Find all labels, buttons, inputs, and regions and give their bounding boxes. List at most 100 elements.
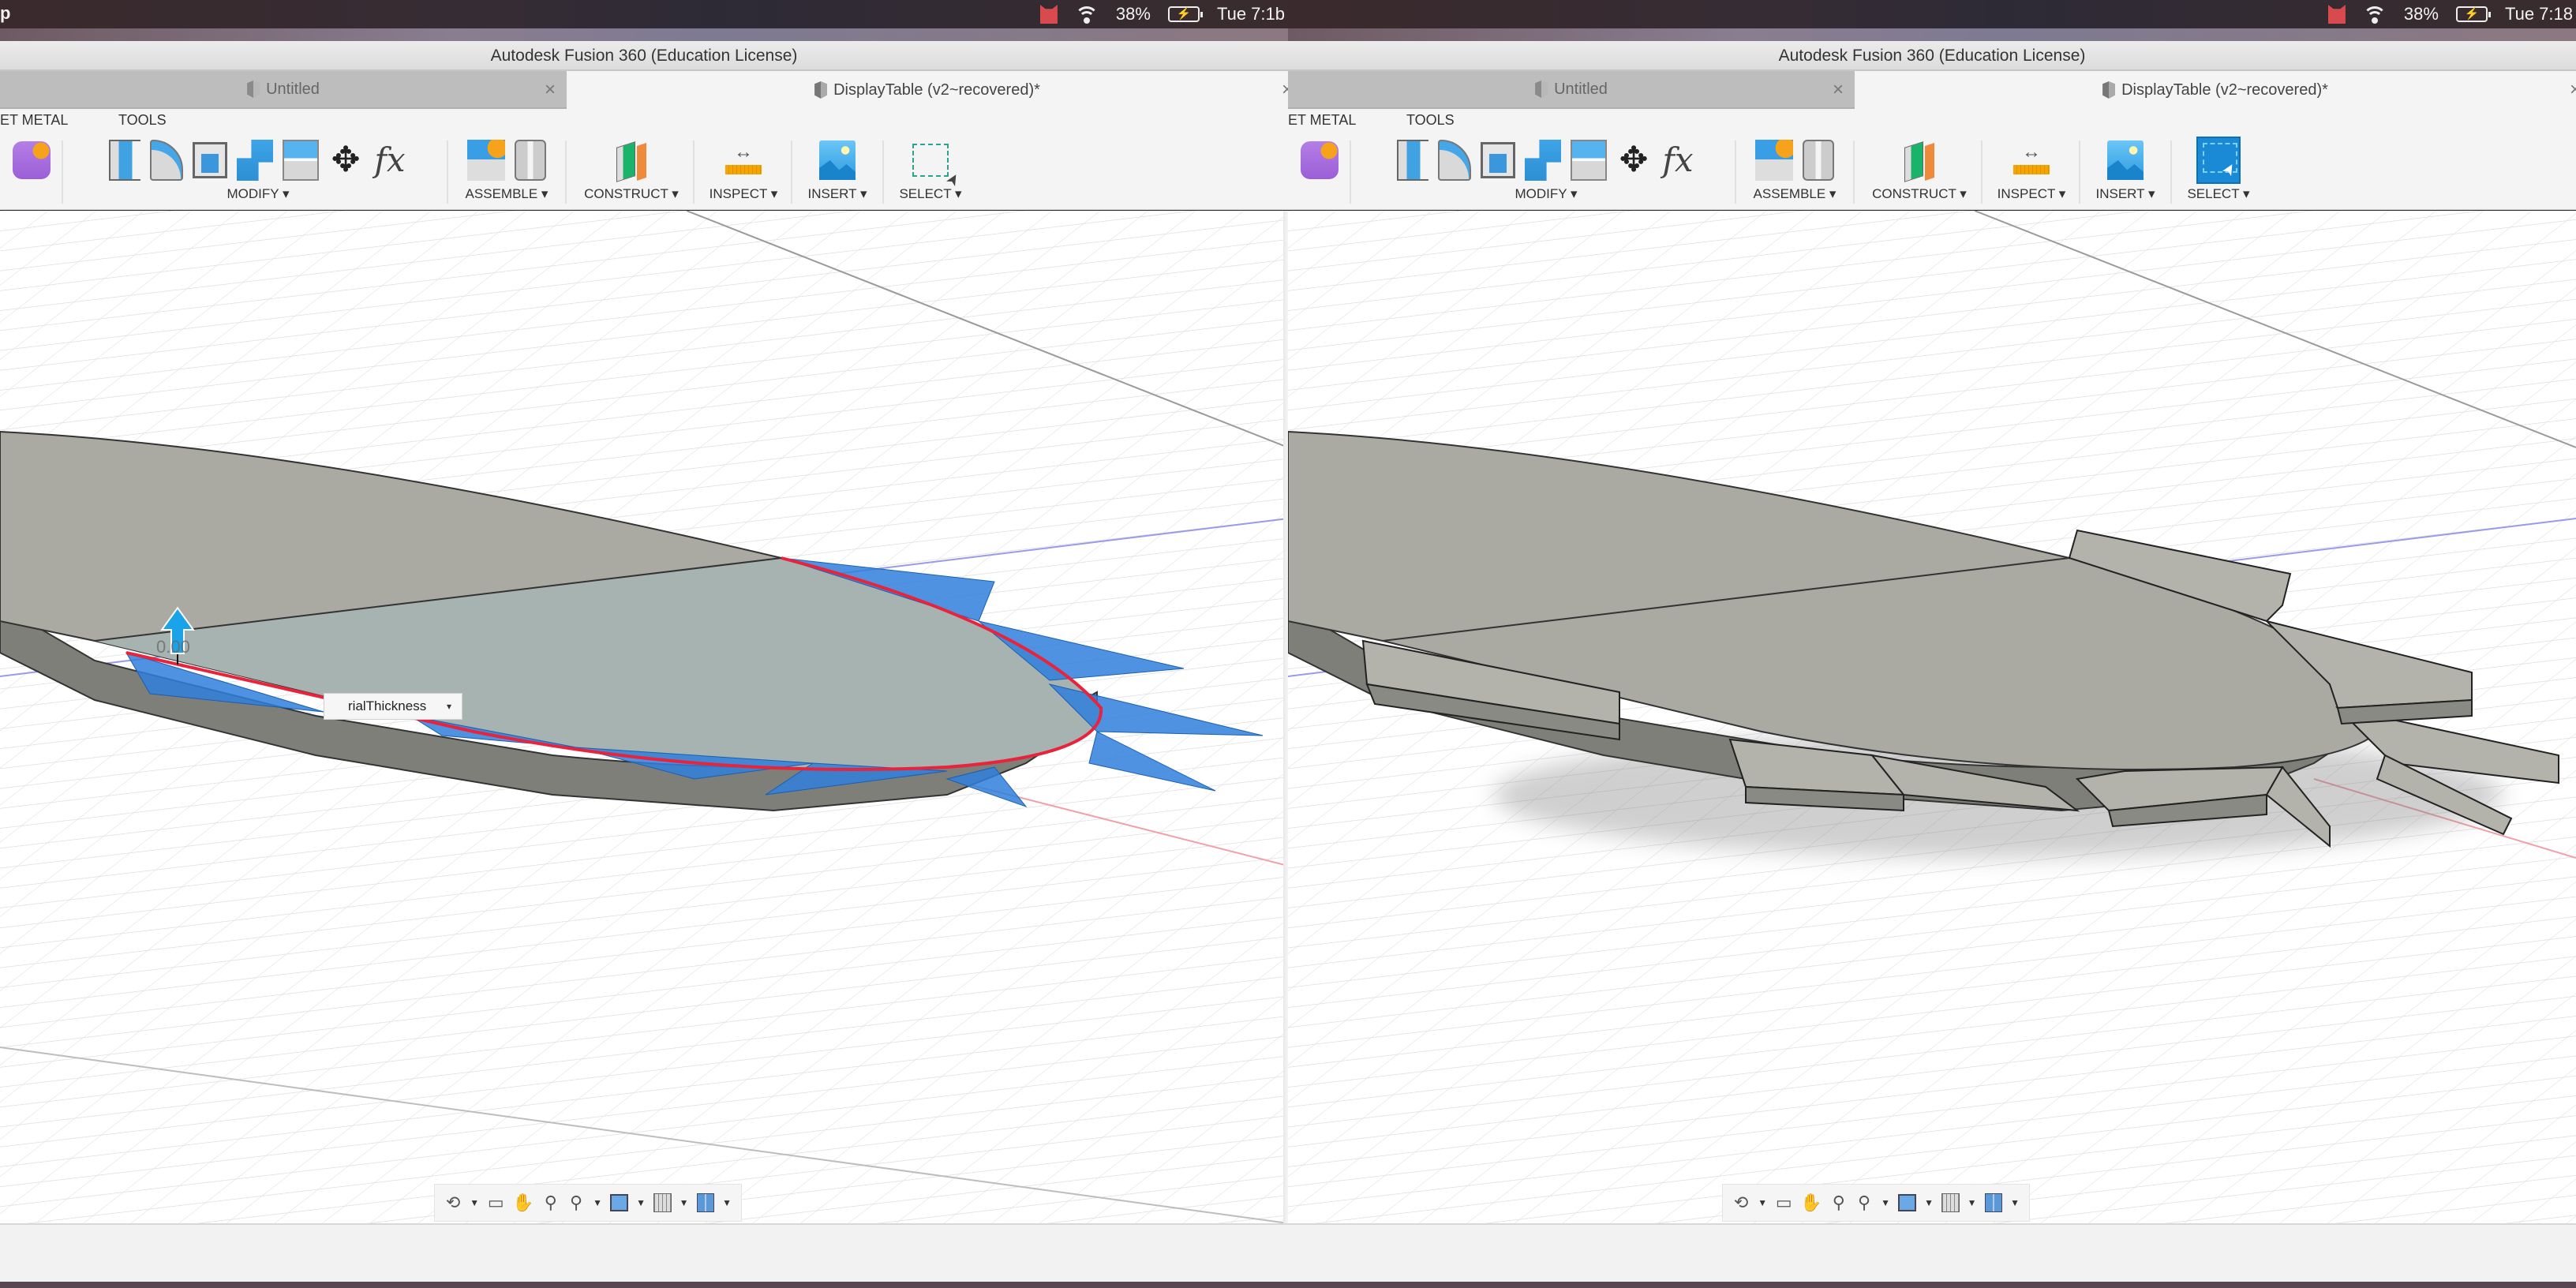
- viewports-icon[interactable]: [696, 1193, 715, 1212]
- joint-icon[interactable]: [1803, 140, 1834, 181]
- insert-menu[interactable]: INSERT ▾: [794, 186, 881, 202]
- new-component-icon[interactable]: [1755, 140, 1793, 181]
- sheet-metal-create-icon[interactable]: [1301, 141, 1339, 179]
- model-canvas[interactable]: [1288, 211, 2576, 1223]
- offset-plane-icon[interactable]: [612, 140, 651, 182]
- battery-charging-icon[interactable]: ⚡: [1167, 6, 1203, 22]
- select-menu[interactable]: SELECT ▾: [887, 186, 974, 202]
- menubar-clock[interactable]: Tue 7:1b: [1217, 4, 1285, 24]
- measure-icon[interactable]: [2013, 140, 2050, 181]
- select-menu[interactable]: SELECT ▾: [2175, 186, 2262, 202]
- new-component-icon[interactable]: [467, 140, 505, 181]
- battery-charging-icon[interactable]: ⚡: [2455, 6, 2491, 22]
- parameters-fx-icon[interactable]: fx: [1661, 140, 1695, 181]
- assemble-menu[interactable]: ASSEMBLE ▾: [451, 186, 562, 202]
- chevron-down-icon[interactable]: ▼: [1924, 1197, 1934, 1208]
- orbit-icon[interactable]: ⟲: [444, 1192, 462, 1214]
- construct-menu[interactable]: CONSTRUCT ▾: [570, 186, 693, 202]
- look-at-icon[interactable]: ▭: [487, 1192, 504, 1214]
- zoom-icon[interactable]: ⚲: [542, 1192, 560, 1214]
- group-insert: INSERT ▾: [2082, 137, 2169, 207]
- wifi-icon[interactable]: [1074, 5, 1099, 24]
- separator: [62, 140, 63, 204]
- wifi-icon[interactable]: [2362, 5, 2387, 24]
- pan-hand-icon[interactable]: ✋: [512, 1192, 534, 1214]
- menubar-clock[interactable]: Tue 7:18: [2505, 4, 2573, 24]
- tab-sheet-metal[interactable]: ET METAL: [0, 112, 68, 129]
- chevron-down-icon[interactable]: ▼: [1968, 1197, 1977, 1208]
- press-pull-icon[interactable]: [1397, 140, 1428, 181]
- construct-menu[interactable]: CONSTRUCT ▾: [1858, 186, 1981, 202]
- flange-height-value[interactable]: rialThickness: [348, 698, 426, 714]
- close-tab-icon[interactable]: ×: [1282, 79, 1288, 101]
- move-icon[interactable]: ✥: [328, 140, 363, 181]
- chevron-down-icon[interactable]: ▼: [680, 1197, 689, 1208]
- press-pull-icon[interactable]: [109, 140, 140, 181]
- split-face-icon[interactable]: [283, 140, 319, 181]
- chevron-down-icon[interactable]: ▼: [1881, 1197, 1890, 1208]
- tab-sheet-metal[interactable]: ET METAL: [1288, 112, 1356, 129]
- mcafee-icon[interactable]: [2327, 5, 2346, 24]
- move-icon[interactable]: ✥: [1616, 140, 1651, 181]
- fit-zoom-icon[interactable]: ⚲: [567, 1192, 585, 1214]
- canvas-viewport[interactable]: 0.00 rialThickness ▾: [0, 211, 1288, 1223]
- tab-displaytable[interactable]: DisplayTable (v2~recovered)* ×: [567, 71, 1288, 109]
- modify-menu[interactable]: MODIFY ▾: [1361, 186, 1732, 202]
- grid-settings-icon[interactable]: [653, 1193, 672, 1212]
- assemble-menu[interactable]: ASSEMBLE ▾: [1739, 186, 1850, 202]
- shell-icon[interactable]: [1481, 142, 1515, 178]
- fillet-icon[interactable]: [1438, 140, 1471, 181]
- inspect-menu[interactable]: INSPECT ▾: [698, 186, 789, 202]
- insert-image-icon[interactable]: [819, 140, 856, 180]
- tab-tools[interactable]: TOOLS: [1406, 112, 1455, 129]
- tab-untitled[interactable]: Untitled ×: [1288, 71, 1855, 109]
- chevron-down-icon[interactable]: ▼: [636, 1197, 646, 1208]
- chevron-down-icon[interactable]: ▼: [470, 1197, 479, 1208]
- chevron-down-icon[interactable]: ▼: [593, 1197, 602, 1208]
- close-tab-icon[interactable]: ×: [545, 79, 556, 101]
- modify-menu[interactable]: MODIFY ▾: [73, 186, 444, 202]
- chevron-down-icon[interactable]: ▼: [1758, 1197, 1767, 1208]
- shell-icon[interactable]: [193, 142, 227, 178]
- close-tab-icon[interactable]: ×: [2570, 79, 2576, 101]
- model-canvas[interactable]: [0, 211, 1288, 1223]
- measure-icon[interactable]: [725, 140, 762, 181]
- zoom-icon[interactable]: ⚲: [1830, 1192, 1848, 1214]
- chevron-down-icon[interactable]: ▼: [2010, 1197, 2020, 1208]
- group-construct: CONSTRUCT ▾: [1858, 137, 1981, 207]
- fit-zoom-icon[interactable]: ⚲: [1855, 1192, 1873, 1214]
- sheet-metal-create-icon[interactable]: [13, 141, 51, 179]
- battery-percent: 38%: [1115, 4, 1151, 24]
- chevron-down-icon[interactable]: ▼: [722, 1197, 732, 1208]
- mcafee-icon[interactable]: [1039, 5, 1058, 24]
- app-menu-fragment[interactable]: p: [0, 3, 10, 24]
- split-face-icon[interactable]: [1571, 140, 1607, 181]
- canvas-viewport[interactable]: [1288, 211, 2576, 1223]
- insert-image-icon[interactable]: [2107, 140, 2144, 180]
- select-window-icon[interactable]: [2196, 137, 2241, 184]
- joint-icon[interactable]: [515, 140, 546, 181]
- combine-icon[interactable]: [237, 140, 273, 181]
- parameters-fx-icon[interactable]: fx: [373, 140, 407, 181]
- inspect-menu[interactable]: INSPECT ▾: [1986, 186, 2077, 202]
- insert-menu[interactable]: INSERT ▾: [2082, 186, 2169, 202]
- chevron-down-icon[interactable]: ▾: [440, 697, 459, 716]
- pan-hand-icon[interactable]: ✋: [1800, 1192, 1822, 1214]
- display-settings-icon[interactable]: [1898, 1194, 1917, 1211]
- document-icon: [814, 81, 828, 99]
- select-window-icon[interactable]: [912, 144, 949, 177]
- tab-tools[interactable]: TOOLS: [118, 112, 167, 129]
- orbit-icon[interactable]: ⟲: [1732, 1192, 1750, 1214]
- bottom-panel: [0, 1223, 1288, 1282]
- display-settings-icon[interactable]: [610, 1194, 629, 1211]
- offset-plane-icon[interactable]: [1900, 140, 1939, 182]
- look-at-icon[interactable]: ▭: [1775, 1192, 1792, 1214]
- tab-untitled[interactable]: Untitled ×: [0, 71, 567, 109]
- close-tab-icon[interactable]: ×: [1833, 79, 1844, 101]
- tab-displaytable[interactable]: DisplayTable (v2~recovered)* ×: [1855, 71, 2576, 109]
- flange-height-input[interactable]: rialThickness ▾: [324, 693, 462, 720]
- viewports-icon[interactable]: [1984, 1193, 2003, 1212]
- combine-icon[interactable]: [1525, 140, 1561, 181]
- fillet-icon[interactable]: [150, 140, 183, 181]
- grid-settings-icon[interactable]: [1941, 1193, 1960, 1212]
